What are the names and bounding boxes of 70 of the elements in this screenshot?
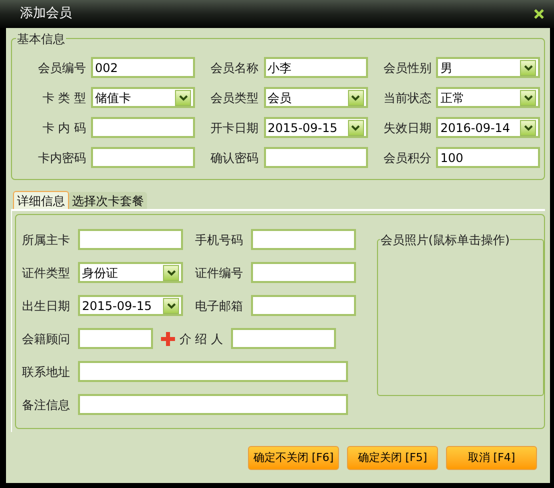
group-title: 会员照片(鼠标单击操作) [380,231,510,249]
field-label: 会员积分 [382,150,432,166]
chevron-down-icon [351,94,360,100]
field-label: 会员类型 [210,90,259,106]
input-field[interactable]: 002 [91,57,195,78]
input-field[interactable] [251,295,356,316]
input-field[interactable]: 小李 [264,57,368,78]
chevron-down-icon [524,94,533,100]
chevron-down-icon [524,124,533,130]
dropdown-button[interactable] [175,90,191,106]
field-label: 失效日期 [382,120,432,136]
dropdown-button[interactable] [348,120,364,136]
field-label: 会籍顾问 [21,330,70,348]
field-label: 联系地址 [21,364,70,380]
dropdown-field[interactable]: 男 [436,57,540,78]
dropdown-field[interactable]: 身份证 [78,262,183,283]
input-field[interactable] [264,147,368,168]
dropdown-field[interactable]: 2016-09-14 [436,117,540,138]
tab[interactable]: 详细信息 [13,191,69,209]
field-label: 会员性别 [382,60,432,76]
dropdown-button[interactable] [163,298,179,314]
action-button[interactable]: 取消 [F4] [446,446,537,470]
input-field[interactable] [78,328,153,349]
chevron-down-icon [178,94,188,100]
field-label: 证件类型 [21,264,70,282]
dropdown-field[interactable]: 2015-09-15 [78,295,183,316]
input-field[interactable] [251,229,356,250]
chevron-down-icon [351,124,360,130]
dropdown-button[interactable] [520,90,536,106]
field-label: 电子邮箱 [194,298,243,314]
input-field[interactable] [251,262,356,283]
tab[interactable]: 选择次卡套餐 [69,192,147,209]
dropdown-button[interactable] [348,90,364,106]
field-label: 卡 类 型 [41,90,86,106]
group-title: 基本信息 [16,30,66,48]
field-label: 备注信息 [21,396,70,414]
dropdown-button[interactable] [163,264,179,280]
action-button[interactable]: 确定不关闭 [F6] [248,446,339,470]
field-label: 证件编号 [194,264,243,282]
field-label: 卡 内 码 [41,120,86,136]
field-label: 手机号码 [194,232,243,248]
field-label: 卡内密码 [37,150,86,166]
field-label: 所属主卡 [21,232,70,248]
field-label: 出生日期 [21,298,70,314]
input-field[interactable] [78,229,183,250]
dropdown-field[interactable]: 正常 [436,87,540,108]
field-label: 确认密码 [210,150,259,166]
input-field[interactable] [91,117,195,138]
dropdown-button[interactable] [520,120,536,136]
input-field[interactable] [91,147,195,168]
close-icon[interactable] [534,9,544,19]
input-field[interactable] [78,361,348,382]
chevron-down-icon [166,302,176,308]
field-label: 会员编号 [37,60,86,76]
action-button[interactable]: 确定关闭 [F5] [347,446,438,470]
chevron-down-icon [524,64,533,70]
input-field[interactable] [78,394,348,415]
dropdown-field[interactable]: 储值卡 [91,87,195,108]
chevron-down-icon [166,270,176,276]
field-label: 开卡日期 [210,120,259,136]
dropdown-field[interactable]: 会员 [264,87,368,108]
plus-icon[interactable] [161,332,175,346]
input-field[interactable]: 100 [436,147,540,168]
field-label: 介 绍 人 [178,330,223,348]
input-field[interactable] [231,328,336,349]
dropdown-button[interactable] [520,60,536,76]
dropdown-field[interactable]: 2015-09-15 [264,117,368,138]
window-title: 添加会员 [20,5,72,24]
field-label: 当前状态 [382,90,432,106]
field-label: 会员名称 [210,60,259,76]
